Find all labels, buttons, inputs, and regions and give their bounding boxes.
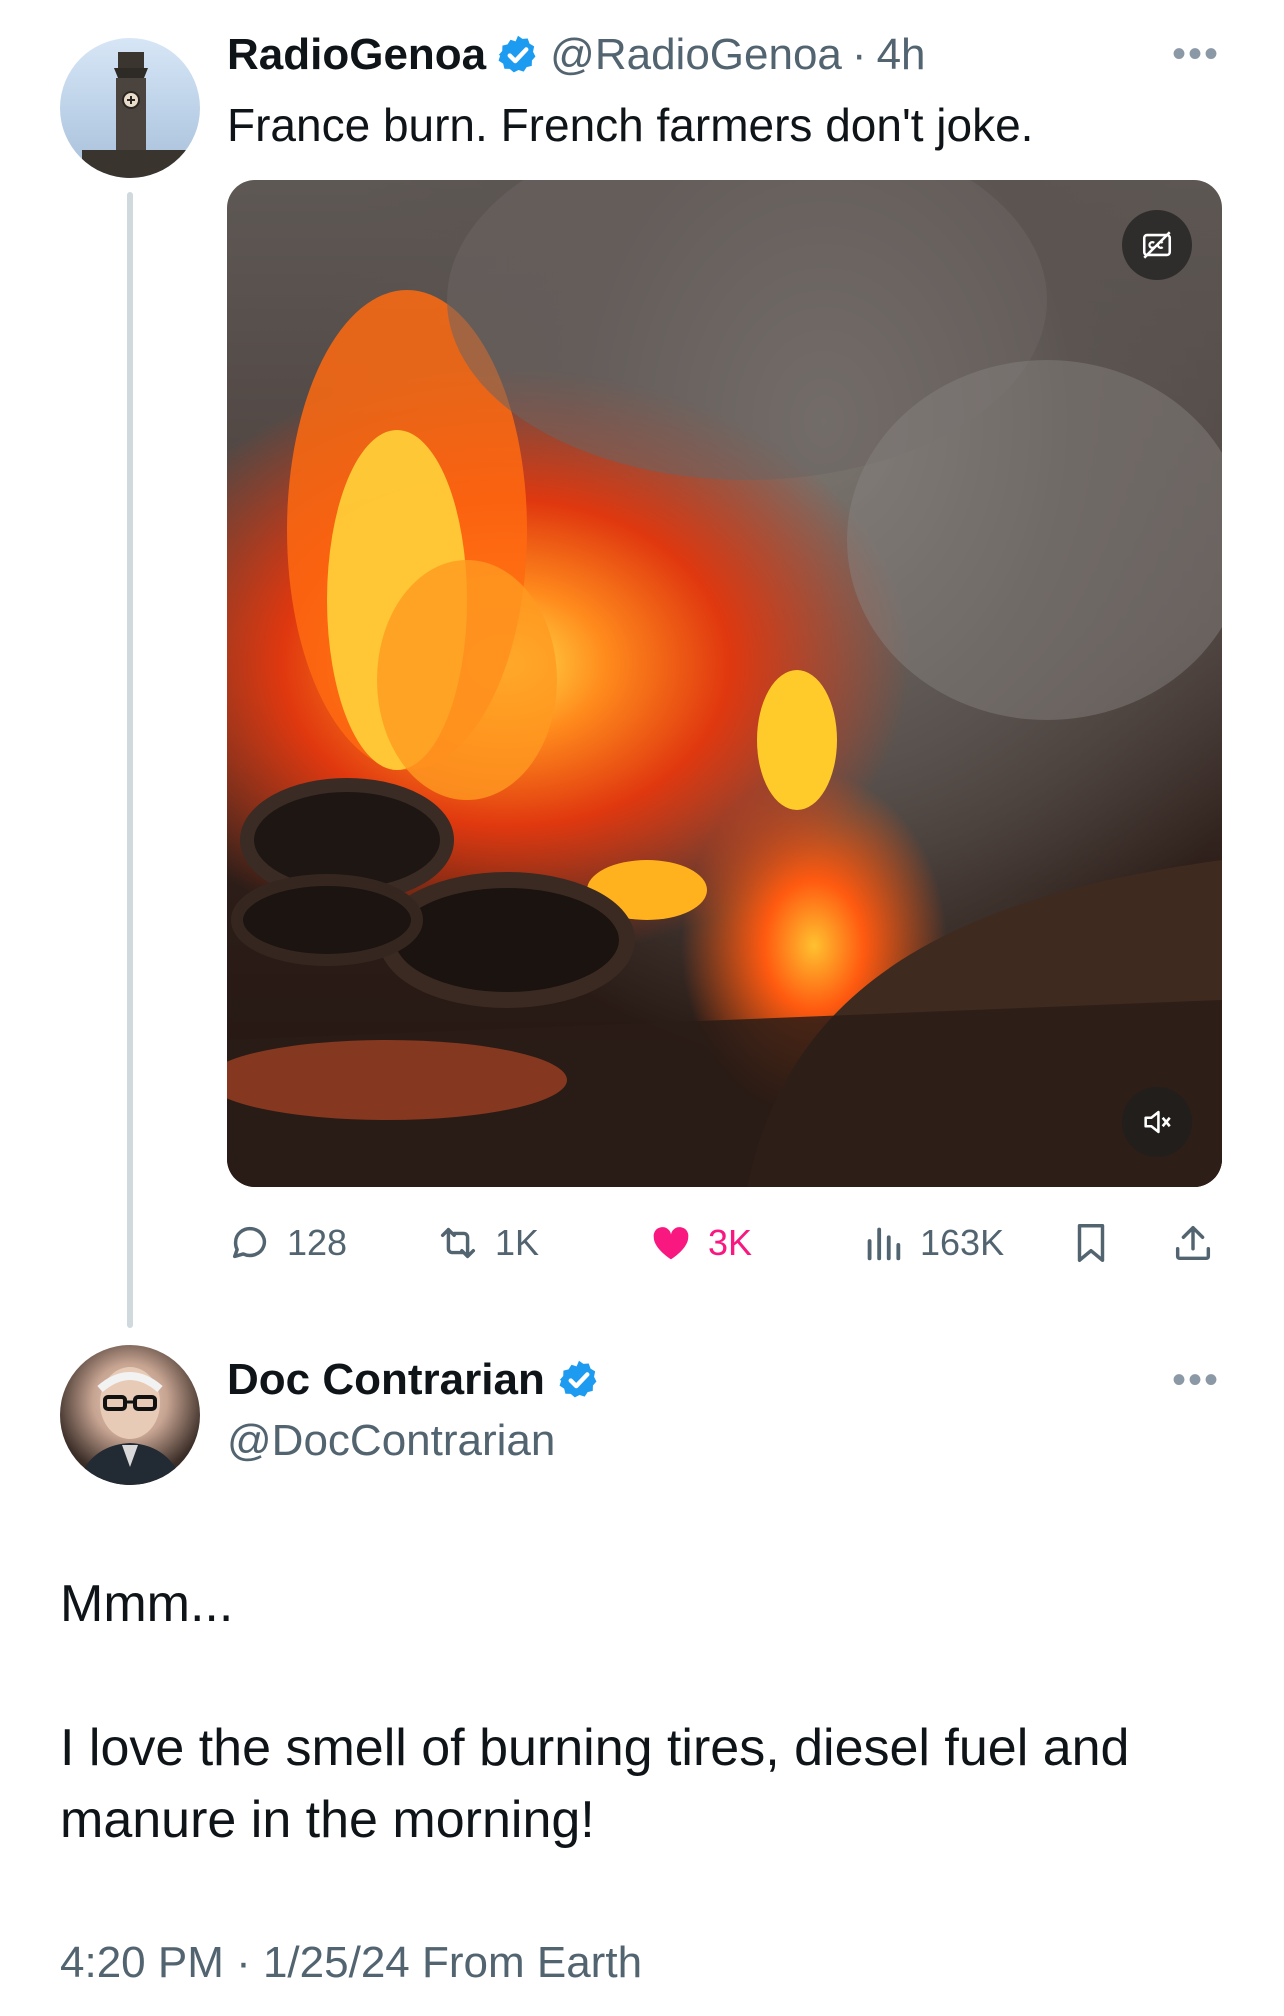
reply-handle[interactable]: @DocContrarian [227,1416,555,1466]
reply-count: 128 [287,1222,348,1263]
view-count: 163K [920,1222,1005,1263]
repost-icon [440,1227,476,1259]
display-name[interactable]: Doc Contrarian [227,1355,545,1405]
mute-toggle-icon[interactable] [1122,1087,1192,1157]
reply-body-line-2: I love the smell of burning tires, diese… [60,1719,1130,1777]
views-chart-icon [867,1227,901,1261]
post-time[interactable]: 4h [877,30,926,80]
portrait-image [76,1367,184,1485]
radiogenoa-avatar[interactable] [60,38,200,178]
reply-icon [232,1226,267,1259]
display-name[interactable]: RadioGenoa [227,30,486,80]
tower-image [82,52,192,178]
separator-dot: · [851,30,867,79]
doccontrarian-avatar[interactable] [60,1345,200,1485]
quoted-tweet-text: France burn. French farmers don't joke. [227,99,1034,151]
like-button[interactable]: 3K [648,1220,752,1266]
views-button[interactable]: 163K [860,1220,1004,1266]
reply-body-line-3: manure in the morning! [60,1791,595,1849]
reply-button[interactable]: 128 [227,1220,347,1266]
share-icon [1175,1225,1211,1261]
post-timestamp[interactable]: 4:20 PM · 1/25/24 From Earth [60,1938,642,1988]
like-count: 3K [708,1222,753,1263]
fire-video-frame [227,180,1222,1187]
video-player[interactable] [227,180,1222,1187]
reply-body-line-1: Mmm... [60,1575,234,1633]
thread-connector-line [127,192,133,1328]
heart-filled-icon [653,1227,689,1260]
repost-count: 1K [495,1222,540,1263]
handle[interactable]: @RadioGenoa [550,30,842,80]
more-options-icon[interactable]: ••• [1172,32,1220,77]
quoted-tweet-header: RadioGenoa @RadioGenoa · 4h [227,30,926,80]
bookmark-button[interactable] [1068,1220,1114,1266]
bookmark-icon [1077,1224,1105,1262]
verified-badge-icon [559,1360,597,1398]
repost-button[interactable]: 1K [435,1220,539,1266]
share-button[interactable] [1170,1220,1216,1266]
more-options-icon[interactable]: ••• [1172,1358,1220,1403]
verified-badge-icon [498,35,536,73]
captions-off-icon[interactable] [1122,210,1192,280]
reply-tweet-header: Doc Contrarian [227,1355,601,1405]
